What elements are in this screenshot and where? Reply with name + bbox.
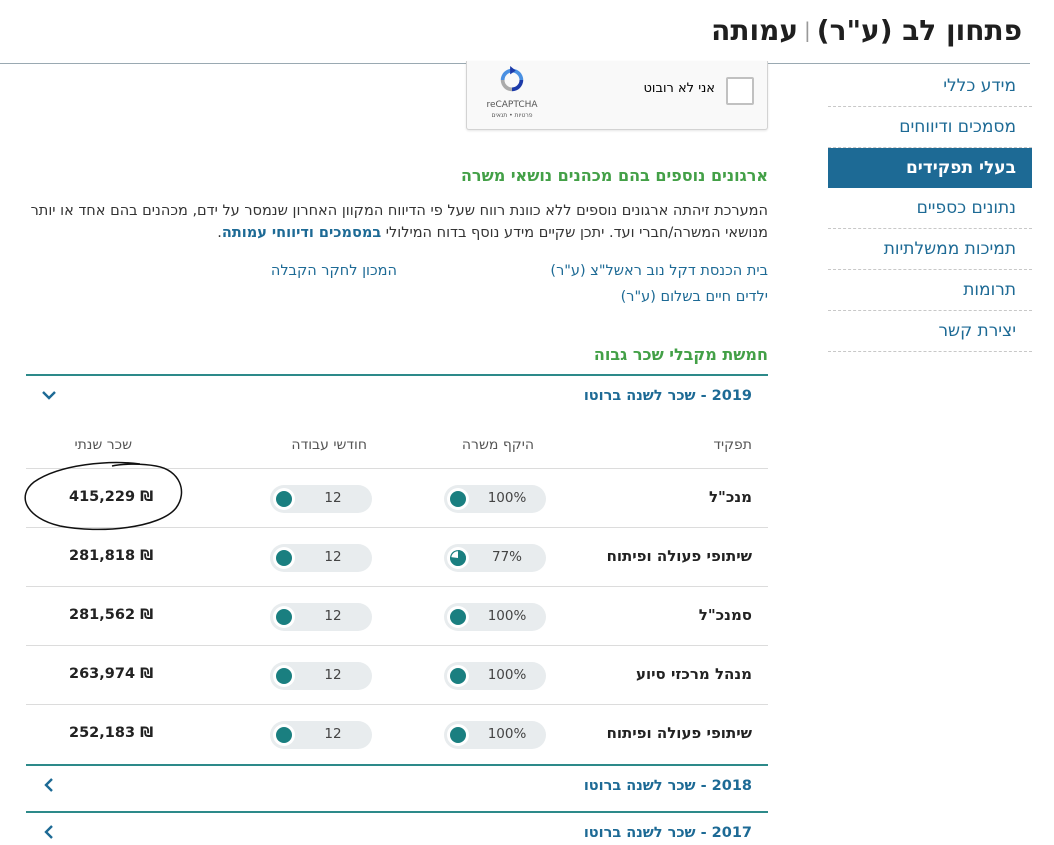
year-accordion-2019[interactable]: 2019 - שכר לשנה ברוטו xyxy=(26,376,768,420)
recaptcha-brand: reCAPTCHA xyxy=(486,100,538,110)
months-pill: 12 xyxy=(270,485,372,513)
sidebar-item-documents[interactable]: מסמכים ודיווחים xyxy=(828,107,1032,148)
column-header-months: חודשי עבודה xyxy=(291,437,367,453)
scope-fill xyxy=(450,491,466,507)
recaptcha-terms[interactable]: פרטיות • תנאים xyxy=(479,112,545,119)
scope-pill: 100% xyxy=(444,603,546,631)
sidebar-item-donations[interactable]: תרומות xyxy=(828,270,1032,311)
scope-pill: 100% xyxy=(444,721,546,749)
months-value: 12 xyxy=(324,549,342,565)
year-accordion-label: 2019 - שכר לשנה ברוטו xyxy=(583,388,752,404)
orgs-description: המערכת זיהתה ארגונים נוספים ללא כוונת רו… xyxy=(28,200,768,244)
role-cell: מנהל מרכזי סיוע xyxy=(635,665,752,683)
column-header-salary: שכר שנתי xyxy=(74,437,132,453)
sidebar-item-financial-data[interactable]: נתונים כספיים xyxy=(828,188,1032,229)
org-name: פתחון לב (ע"ר) xyxy=(816,14,1022,47)
table-row: מנהל מרכזי סיוע 100% 12 263,974 ₪ xyxy=(26,646,768,705)
scope-fill xyxy=(450,727,466,743)
org-type: עמותה xyxy=(711,14,799,47)
chevron-left-icon xyxy=(44,825,53,839)
salary-cell: 281,562 ₪ xyxy=(69,607,154,623)
column-header-role: תפקיד xyxy=(713,437,752,453)
orgs-section-title: ארגונים נוספים בהם מכהנים נושאי משרה xyxy=(460,166,768,185)
scope-value: 100% xyxy=(487,667,527,683)
column-header-scope: היקף משרה xyxy=(461,437,534,453)
org-link[interactable]: המכון לחקר הקבלה xyxy=(271,263,397,279)
salary-cell: 415,229 ₪ xyxy=(69,489,154,505)
salary-cell: 281,818 ₪ xyxy=(69,548,154,564)
months-value: 12 xyxy=(324,667,342,683)
months-indicator-icon xyxy=(273,488,295,510)
earners-section-title: חמשת מקבלי שכר גבוה xyxy=(593,345,768,364)
recaptcha-icon xyxy=(500,65,524,92)
scope-pill: 100% xyxy=(444,485,546,513)
scope-value: 100% xyxy=(487,490,527,506)
months-pill: 12 xyxy=(270,721,372,749)
sidebar-item-contact[interactable]: יצירת קשר xyxy=(828,311,1032,352)
salary-cell: 263,974 ₪ xyxy=(69,666,154,682)
salary-cell: 252,183 ₪ xyxy=(69,725,154,741)
scope-indicator-icon xyxy=(447,606,469,628)
recaptcha-label: אני לא רובוט xyxy=(643,81,715,96)
title-separator: | xyxy=(804,18,811,42)
scope-indicator-icon xyxy=(447,547,469,569)
table-row: שיתופי פעולה ופיתוח 77% 12 281,818 ₪ xyxy=(26,528,768,587)
scope-value: 77% xyxy=(491,549,522,565)
year-accordion-label: 2018 - שכר לשנה ברוטו xyxy=(583,778,752,794)
scope-indicator-icon xyxy=(447,724,469,746)
year-accordion-2017[interactable]: 2017 - שכר לשנה ברוטו xyxy=(26,813,768,845)
year-accordion-2018[interactable]: 2018 - שכר לשנה ברוטו xyxy=(26,766,768,810)
months-value: 12 xyxy=(324,608,342,624)
table-row: סמנכ"ל 100% 12 281,562 ₪ xyxy=(26,587,768,646)
org-link[interactable]: ילדים חיים בשלום (ע"ר) xyxy=(621,289,768,305)
months-indicator-icon xyxy=(273,606,295,628)
scope-value: 100% xyxy=(487,726,527,742)
orgs-description-text: המערכת זיהתה ארגונים נוספים ללא כוונת רו… xyxy=(30,203,768,241)
months-value: 12 xyxy=(324,490,342,506)
scope-fill xyxy=(450,550,466,566)
months-pill: 12 xyxy=(270,603,372,631)
sidebar-item-government-support[interactable]: תמיכות ממשלתיות xyxy=(828,229,1032,270)
scope-indicator-icon xyxy=(447,488,469,510)
sidebar-item-office-holders[interactable]: בעלי תפקידים xyxy=(828,148,1032,188)
chevron-down-icon xyxy=(42,391,56,400)
chevron-left-icon xyxy=(44,778,53,792)
scope-pill: 77% xyxy=(444,544,546,572)
scope-indicator-icon xyxy=(447,665,469,687)
months-pill: 12 xyxy=(270,662,372,690)
months-pill: 12 xyxy=(270,544,372,572)
months-indicator-icon xyxy=(273,547,295,569)
sidebar: מידע כללי מסמכים ודיווחים בעלי תפקידים נ… xyxy=(828,66,1032,352)
role-cell: מנכ"ל xyxy=(708,488,752,506)
scope-value: 100% xyxy=(487,608,527,624)
org-link[interactable]: בית הכנסת דקל נוב ראשל"צ (ע"ר) xyxy=(550,263,768,279)
months-indicator-icon xyxy=(273,724,295,746)
scope-pill: 100% xyxy=(444,662,546,690)
page-title: פתחון לב (ע"ר)|עמותה xyxy=(711,14,1022,47)
scope-fill xyxy=(450,609,466,625)
recaptcha-logo: reCAPTCHA פרטיות • תנאים xyxy=(479,65,545,119)
role-cell: שיתופי פעולה ופיתוח xyxy=(606,547,752,565)
role-cell: שיתופי פעולה ופיתוח xyxy=(606,724,752,742)
documents-link[interactable]: במסמכים ודיווחי עמותה xyxy=(222,225,381,241)
year-accordion-label: 2017 - שכר לשנה ברוטו xyxy=(583,825,752,841)
months-value: 12 xyxy=(324,726,342,742)
months-indicator-icon xyxy=(273,665,295,687)
table-row: שיתופי פעולה ופיתוח 100% 12 252,183 ₪ xyxy=(26,705,768,764)
sidebar-item-general-info[interactable]: מידע כללי xyxy=(828,66,1032,107)
table-row: מנכ"ל 100% 12 415,229 ₪ xyxy=(26,469,768,528)
recaptcha-checkbox[interactable] xyxy=(726,77,754,105)
recaptcha-widget: אני לא רובוט reCAPTCHA פרטיות • תנאים xyxy=(466,61,768,130)
scope-fill xyxy=(450,668,466,684)
role-cell: סמנכ"ל xyxy=(698,606,752,624)
